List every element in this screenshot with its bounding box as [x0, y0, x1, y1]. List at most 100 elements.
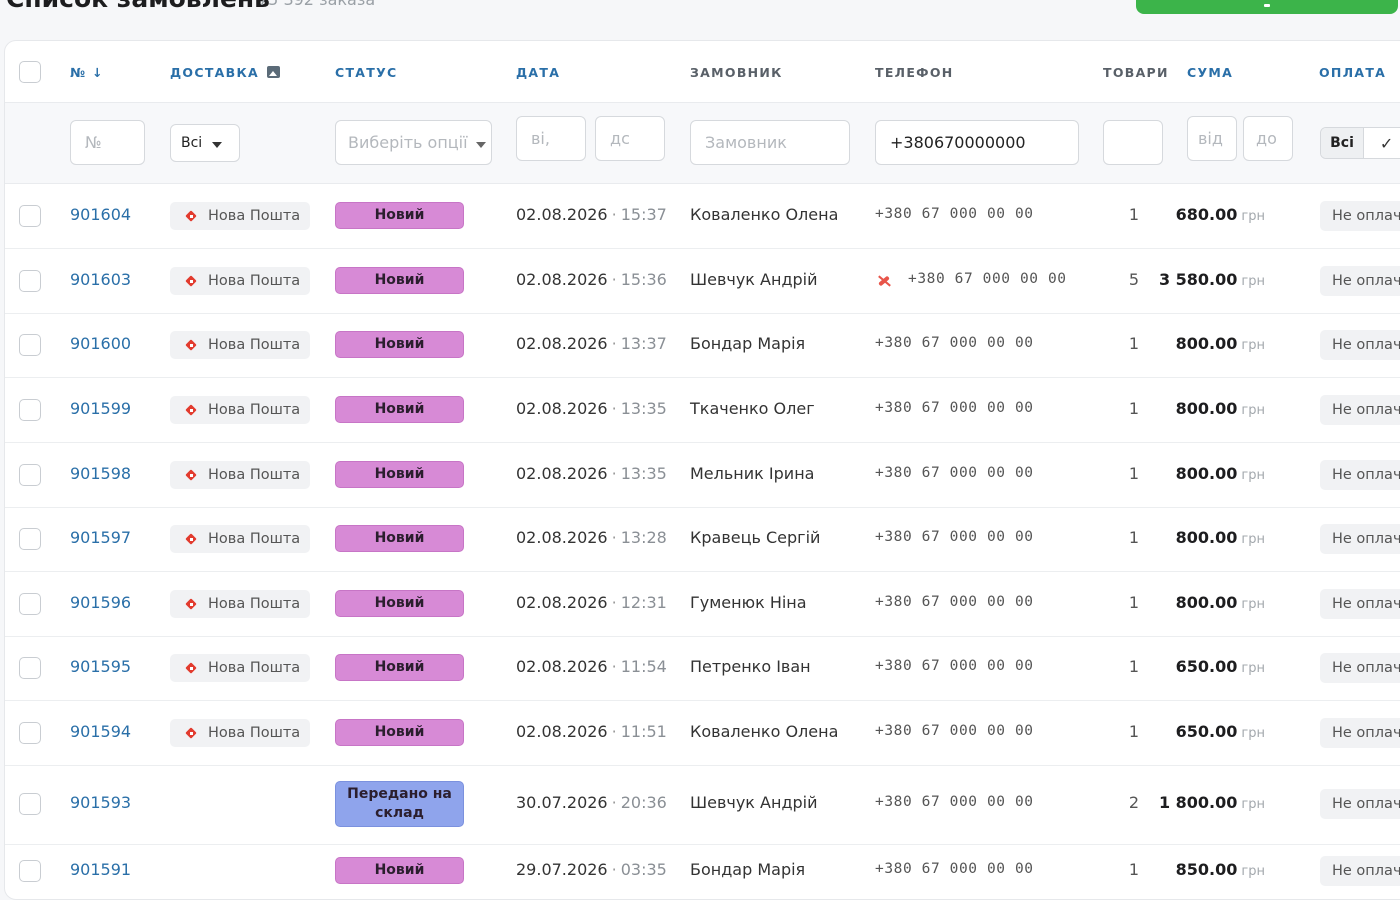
order-id-link[interactable]: 901591 — [70, 860, 131, 879]
payment-status-badge[interactable]: Не оплачено — [1320, 653, 1400, 683]
order-id-link[interactable]: 901604 — [70, 205, 131, 224]
table-row[interactable]: 901593 Передано на склад 30.07.2026 · 20:36 Ш… — [5, 766, 1400, 845]
order-date-day: 29.07.2026 — [516, 860, 608, 879]
payment-status-badge[interactable]: Не оплачено — [1320, 395, 1400, 425]
order-sum: 650.00 грн — [1176, 722, 1265, 741]
order-date-time: 03:35 — [620, 860, 667, 879]
status-badge[interactable]: Новий — [335, 525, 464, 552]
payment-status-badge[interactable]: Не оплачено — [1320, 266, 1400, 296]
status-badge[interactable]: Новий — [335, 590, 464, 617]
row-checkbox[interactable] — [19, 334, 41, 356]
order-id-link[interactable]: 901598 — [70, 464, 131, 483]
payment-status-badge[interactable]: Не оплачено — [1320, 201, 1400, 231]
order-id-link[interactable]: 901595 — [70, 657, 131, 676]
table-row[interactable]: 901598 Нова Пошта Новий 02.08.2026 · 13:35 Мел… — [5, 443, 1400, 508]
status-badge[interactable]: Новий — [335, 396, 464, 423]
status-badge[interactable]: Передано на склад — [335, 781, 464, 827]
payment-filter-all[interactable]: Всі — [1321, 128, 1365, 158]
table-row[interactable]: 901599 Нова Пошта Новий 02.08.2026 · 13:35 Тка… — [5, 378, 1400, 443]
customer-phone: +380 67 000 00 00 — [875, 335, 1034, 351]
chevron-down-icon — [212, 142, 223, 148]
currency-label: грн — [1241, 274, 1265, 289]
order-id-link[interactable]: 901593 — [70, 793, 131, 812]
row-checkbox[interactable] — [19, 722, 41, 744]
customer-name: Шевчук Андрій — [690, 270, 818, 289]
sum-from-input[interactable]: від — [1187, 116, 1237, 161]
order-id-link[interactable]: 901603 — [70, 270, 131, 289]
status-badge[interactable]: Новий — [335, 331, 464, 358]
table-row[interactable]: 901597 Нова Пошта Новий 02.08.2026 · 13:28 Кра… — [5, 508, 1400, 572]
create-order-button[interactable] — [1136, 0, 1398, 14]
status-badge[interactable]: Новий — [335, 267, 464, 294]
payment-status-badge[interactable]: Не оплачено — [1320, 330, 1400, 360]
phone-filter-input[interactable]: +380670000000 — [875, 120, 1079, 165]
row-checkbox[interactable] — [19, 205, 41, 227]
items-count: 1 — [1128, 334, 1140, 353]
order-date-time: 13:35 — [620, 399, 667, 418]
payment-status-badge[interactable]: Не оплачено — [1320, 718, 1400, 748]
status-filter-placeholder: Виберіть опції — [348, 133, 468, 152]
payment-status-badge[interactable]: Не оплачено — [1320, 589, 1400, 619]
image-icon[interactable] — [267, 66, 280, 78]
payment-status-badge[interactable]: Не оплачено — [1320, 789, 1400, 819]
column-status[interactable]: СТАТУС — [335, 65, 398, 80]
table-row[interactable]: 901594 Нова Пошта Новий 02.08.2026 · 11:51 Ков… — [5, 701, 1400, 766]
payment-status-badge[interactable]: Не оплачено — [1320, 460, 1400, 490]
status-filter-select[interactable]: Виберіть опції — [335, 120, 492, 165]
table-row[interactable]: 901596 Нова Пошта Новий 02.08.2026 · 12:31 Гум… — [5, 572, 1400, 637]
table-row[interactable]: 901604 Нова Пошта Новий 02.08.2026 · 15:37 Ков… — [5, 184, 1400, 249]
order-id-link[interactable]: 901596 — [70, 593, 131, 612]
column-number[interactable]: № ↓ — [70, 65, 104, 80]
date-to-input[interactable]: дс — [595, 116, 665, 161]
column-payment[interactable]: ОПЛАТА — [1319, 65, 1386, 80]
table-row[interactable]: 901603 Нова Пошта Новий 02.08.2026 · 15:36 Шев… — [5, 249, 1400, 314]
number-filter-input[interactable]: № — [70, 120, 145, 165]
sum-to-input[interactable]: до — [1243, 116, 1293, 161]
status-badge[interactable]: Новий — [335, 857, 464, 884]
items-count: 1 — [1128, 464, 1140, 483]
customer-filter-input[interactable]: Замовник — [690, 120, 850, 165]
order-id-link[interactable]: 901594 — [70, 722, 131, 741]
order-id-link[interactable]: 901600 — [70, 334, 131, 353]
date-from-input[interactable]: ві, — [516, 116, 586, 161]
items-filter-input[interactable] — [1103, 120, 1163, 165]
order-sum: 650.00 грн — [1176, 657, 1265, 676]
customer-phone: +380 67 000 00 00 — [875, 794, 1034, 810]
delivery-badge: Нова Пошта — [170, 525, 310, 553]
order-sum-value: 3 580.00 — [1158, 270, 1238, 289]
table-row[interactable]: 901595 Нова Пошта Новий 02.08.2026 · 11:54 Пет… — [5, 637, 1400, 701]
nova-poshta-icon — [184, 468, 198, 482]
row-checkbox[interactable] — [19, 528, 41, 550]
row-checkbox[interactable] — [19, 657, 41, 679]
order-sum-value: 800.00 — [1175, 334, 1238, 353]
column-sum[interactable]: СУМА — [1187, 65, 1233, 80]
order-date: 02.08.2026 · 15:36 — [516, 270, 667, 289]
currency-label: грн — [1241, 597, 1265, 612]
status-badge[interactable]: Новий — [335, 461, 464, 488]
payment-status-badge[interactable]: Не оплачено — [1320, 524, 1400, 554]
payment-status-badge[interactable]: Не оплачено — [1320, 856, 1400, 886]
select-all-checkbox[interactable] — [19, 61, 41, 83]
row-checkbox[interactable] — [19, 399, 41, 421]
order-id-link[interactable]: 901599 — [70, 399, 131, 418]
payment-filter-toggle[interactable]: Всі ✓ — [1320, 127, 1400, 159]
row-checkbox[interactable] — [19, 860, 41, 882]
row-checkbox[interactable] — [19, 270, 41, 292]
table-row[interactable]: 901600 Нова Пошта Новий 02.08.2026 · 13:37 Бон… — [5, 314, 1400, 378]
order-sum: 800.00 грн — [1176, 528, 1265, 547]
status-badge[interactable]: Новий — [335, 654, 464, 681]
delivery-filter-select[interactable]: Всі — [170, 124, 240, 162]
order-date: 02.08.2026 · 11:51 — [516, 722, 667, 741]
order-date: 02.08.2026 · 13:35 — [516, 464, 667, 483]
row-checkbox[interactable] — [19, 464, 41, 486]
status-badge[interactable]: Новий — [335, 719, 464, 746]
row-checkbox[interactable] — [19, 793, 41, 815]
checkmark-icon[interactable]: ✓ — [1364, 128, 1400, 158]
column-delivery[interactable]: ДОСТАВКА — [170, 65, 259, 80]
table-row[interactable]: 901591 Новий 29.07.2026 · 03:35 Бондар Марія +… — [5, 845, 1400, 899]
status-badge[interactable]: Новий — [335, 202, 464, 229]
row-checkbox[interactable] — [19, 593, 41, 615]
column-date[interactable]: ДАТА — [516, 65, 560, 80]
order-sum-value: 680.00 — [1175, 205, 1238, 224]
order-id-link[interactable]: 901597 — [70, 528, 131, 547]
